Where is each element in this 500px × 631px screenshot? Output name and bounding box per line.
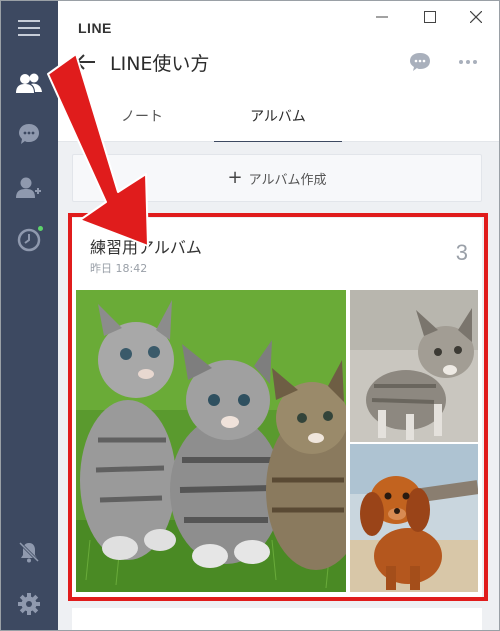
- page-title: LINE使い方: [110, 53, 210, 75]
- tab-notes[interactable]: ノート: [72, 90, 212, 142]
- settings-icon[interactable]: [0, 584, 58, 624]
- add-friend-icon[interactable]: [0, 168, 58, 208]
- close-button[interactable]: [464, 6, 488, 28]
- kitten-photo[interactable]: [350, 290, 478, 442]
- arrow-left-icon[interactable]: [72, 50, 100, 74]
- kittens-photo[interactable]: [76, 290, 346, 592]
- plus-icon: +: [227, 167, 243, 188]
- notifications-off-icon[interactable]: [0, 532, 58, 572]
- next-album-card[interactable]: [72, 608, 482, 631]
- more-icon[interactable]: [454, 48, 482, 76]
- album-date: 昨日 18:42: [90, 262, 148, 275]
- chats-icon[interactable]: [0, 114, 58, 154]
- maximize-button[interactable]: [418, 6, 442, 28]
- minimize-button[interactable]: [370, 6, 394, 28]
- album-list: + アルバム作成 練習用アルバム 昨日 18:42 3: [58, 142, 500, 631]
- chat-bubble-icon[interactable]: [406, 48, 434, 76]
- sidebar: [0, 0, 58, 631]
- main-pane: LINE LINE使い方 ノート アルバム + アルバム作成 練習用アルバム 昨…: [58, 0, 500, 631]
- create-album-label: アルバム作成: [248, 172, 327, 188]
- timeline-icon[interactable]: [0, 220, 58, 260]
- header: LINE使い方: [58, 40, 500, 84]
- tab-albums[interactable]: アルバム: [208, 90, 348, 143]
- album-card[interactable]: 練習用アルバム 昨日 18:42 3: [72, 218, 482, 598]
- puppy-photo[interactable]: [350, 444, 478, 592]
- album-name: 練習用アルバム: [90, 238, 202, 257]
- friends-icon[interactable]: [0, 64, 58, 104]
- new-activity-dot: [38, 226, 43, 231]
- tab-bar: ノート アルバム: [58, 90, 500, 143]
- create-album-button[interactable]: + アルバム作成: [72, 154, 482, 202]
- menu-icon[interactable]: [0, 8, 58, 48]
- app-brand: LINE: [78, 20, 112, 36]
- album-photo-count: 3: [455, 240, 468, 265]
